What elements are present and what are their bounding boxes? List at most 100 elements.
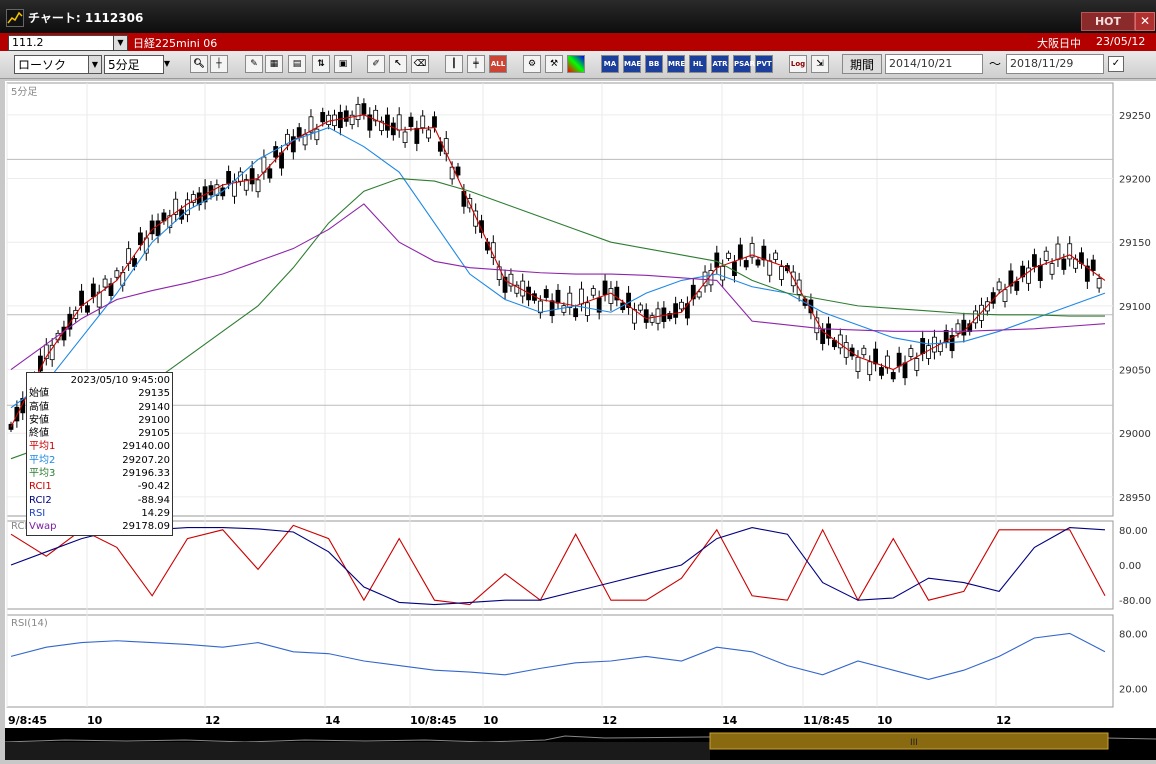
hl-button[interactable]: HL	[689, 55, 707, 73]
candle-body	[267, 168, 273, 179]
info-label: RCI2	[29, 494, 52, 506]
candle-body	[185, 199, 190, 216]
period-button[interactable]: 期間	[842, 54, 882, 74]
candle-body	[932, 336, 937, 353]
svg-text:III: III	[910, 738, 918, 748]
price-tick-label: 28950	[1119, 493, 1151, 504]
candle-body	[873, 348, 879, 365]
x-tick-label: 10	[877, 714, 893, 727]
rsi-tick-label: 20.00	[1119, 685, 1148, 696]
rsi-line	[10, 632, 1106, 680]
zoom-icon[interactable]: 🔍︎	[190, 55, 208, 73]
candle-body	[390, 122, 396, 136]
candle-body	[561, 305, 567, 313]
candle-body	[320, 112, 326, 123]
candle-body	[420, 115, 426, 129]
info-label: 安値	[29, 414, 49, 426]
color-icon[interactable]	[567, 55, 585, 73]
eraser-icon[interactable]: ⌫	[411, 55, 429, 73]
candle-body	[1014, 280, 1020, 291]
candle-body	[732, 261, 737, 276]
candle-body	[573, 308, 579, 318]
candle-body	[396, 114, 402, 131]
candle-body	[432, 116, 437, 128]
info-row: 平均2 29207.20	[29, 454, 170, 467]
psar-button[interactable]: PSAR	[733, 55, 755, 73]
info-value: -90.42	[137, 481, 170, 493]
candle-body	[226, 171, 232, 184]
axis-labels: 9/8:45 10 12 14 10/8:45 10 12 14 11/8:45 10 12 2925…	[8, 111, 1151, 727]
range-separator: 〜	[989, 57, 1002, 71]
rsi-panel-label: RSI(14)	[11, 618, 48, 629]
chart-type-select[interactable]: ローソク	[14, 55, 89, 74]
chart-app-icon	[6, 9, 24, 27]
info-row: 終値 29105	[29, 427, 170, 440]
ma-button[interactable]: MA	[601, 55, 619, 73]
info-timestamp: 2023/05/10 9:45:00	[70, 375, 170, 386]
price-tick-label: 29050	[1119, 366, 1151, 377]
info-row: 安値 29100	[29, 414, 170, 427]
symbol-dropdown-icon[interactable]: ▼	[113, 35, 128, 51]
grid-icon[interactable]: ▤	[288, 55, 306, 73]
info-row: Vwap 29178.09	[29, 520, 170, 533]
candle-body	[1061, 258, 1067, 270]
info-row: 高値 29140	[29, 401, 170, 414]
timeframe-dropdown-icon[interactable]: ▼	[160, 55, 174, 74]
info-label: 始値	[29, 388, 49, 400]
candle-body	[996, 281, 1002, 291]
timeframe-select[interactable]: 5分足	[104, 55, 164, 74]
settings-icon[interactable]: ⚙	[523, 55, 541, 73]
ma1-line	[10, 114, 1106, 428]
all-icon[interactable]: ALL	[489, 55, 507, 73]
order-icon[interactable]: ⇅	[312, 55, 330, 73]
chart-type-dropdown-icon[interactable]: ▼	[88, 55, 102, 74]
mae-button[interactable]: MAE	[623, 55, 641, 73]
info-label: 平均2	[29, 454, 56, 466]
atr-button[interactable]: ATR	[711, 55, 729, 73]
candle-body	[137, 232, 143, 246]
mre-button[interactable]: MRE	[667, 55, 685, 73]
drawing-icon[interactable]: ✎	[245, 55, 263, 73]
close-icon[interactable]: ✕	[1135, 12, 1155, 31]
pen-icon[interactable]: ✐	[367, 55, 385, 73]
info-value: 29178.09	[122, 521, 170, 533]
ohlc-info-box: 2023/05/10 9:45:00 始値 29135 高値 29140 安値 29100…	[26, 372, 173, 536]
cursor-icon[interactable]: ↖	[389, 55, 407, 73]
tools-icon[interactable]: ⚒	[545, 55, 563, 73]
info-value: 29135	[138, 388, 170, 400]
session-label: 大阪日中	[1037, 37, 1081, 50]
end-date-field[interactable]: 2018/11/29	[1006, 54, 1104, 74]
navigator-bar[interactable]: III	[4, 728, 1156, 760]
bb-button[interactable]: BB	[645, 55, 663, 73]
candle-body	[743, 260, 749, 268]
print-icon[interactable]: ▣	[334, 55, 352, 73]
candle-body	[1055, 243, 1061, 260]
chart-svg: 9/8:45 10 12 14 10/8:45 10 12 14 11/8:45 10 12 2925…	[6, 82, 1151, 727]
candle-body	[773, 252, 779, 260]
calc-icon[interactable]: ▦	[265, 55, 283, 73]
candle-body	[896, 352, 902, 367]
chart-area[interactable]: 9/8:45 10 12 14 10/8:45 10 12 14 11/8:45 10 12 2925…	[5, 81, 1156, 760]
bar-icon[interactable]: ╪	[467, 55, 485, 73]
x-tick-label: 10/8:45	[410, 714, 457, 727]
candle-body	[255, 179, 261, 193]
navigator-window[interactable]	[709, 732, 1109, 750]
candle-body	[761, 245, 767, 261]
candle-icon[interactable]: ┃	[445, 55, 463, 73]
info-label: 高値	[29, 401, 49, 413]
candle-body	[714, 252, 720, 268]
info-value: 29140	[138, 401, 170, 413]
pvt-button[interactable]: PVT	[755, 55, 773, 73]
symbol-input[interactable]: 111.2	[8, 35, 121, 51]
log-button[interactable]: Log	[789, 55, 807, 73]
export-icon[interactable]: ⇲	[811, 55, 829, 73]
candle-body	[1067, 243, 1073, 260]
candle-body	[696, 291, 702, 298]
start-date-field[interactable]: 2014/10/21	[885, 54, 983, 74]
candle-body	[867, 361, 873, 376]
rci-tick-label: 0.00	[1119, 561, 1141, 572]
info-row: 始値 29135	[29, 387, 170, 400]
hot-button[interactable]: HOT	[1081, 12, 1135, 31]
crosshair-icon[interactable]: ┼	[210, 55, 228, 73]
apply-checkbox[interactable]: ✓	[1108, 56, 1124, 72]
